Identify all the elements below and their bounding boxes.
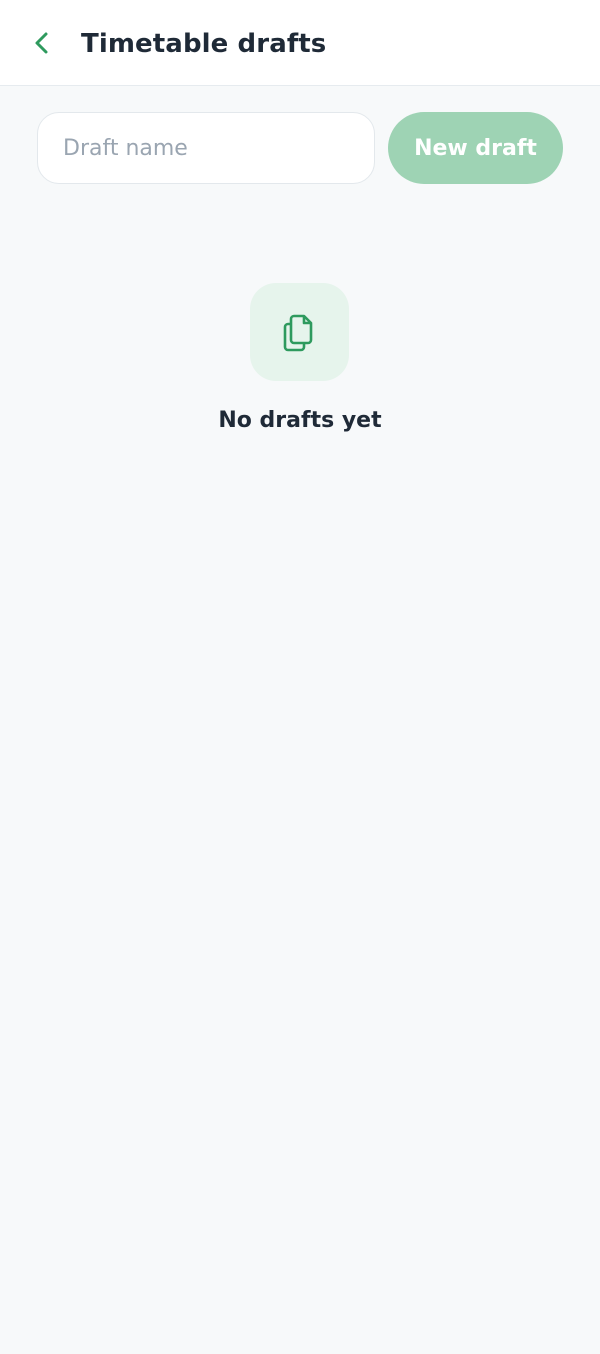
chevron-left-icon [35,32,48,54]
new-draft-button[interactable]: New draft [388,112,563,184]
draft-name-input[interactable] [37,112,375,184]
empty-state-icon-container [250,283,349,381]
page-title: Timetable drafts [81,29,327,59]
documents-icon [283,314,312,352]
empty-state-message: No drafts yet [218,408,382,433]
back-button[interactable] [22,23,62,63]
app-header: Timetable drafts [0,0,600,86]
